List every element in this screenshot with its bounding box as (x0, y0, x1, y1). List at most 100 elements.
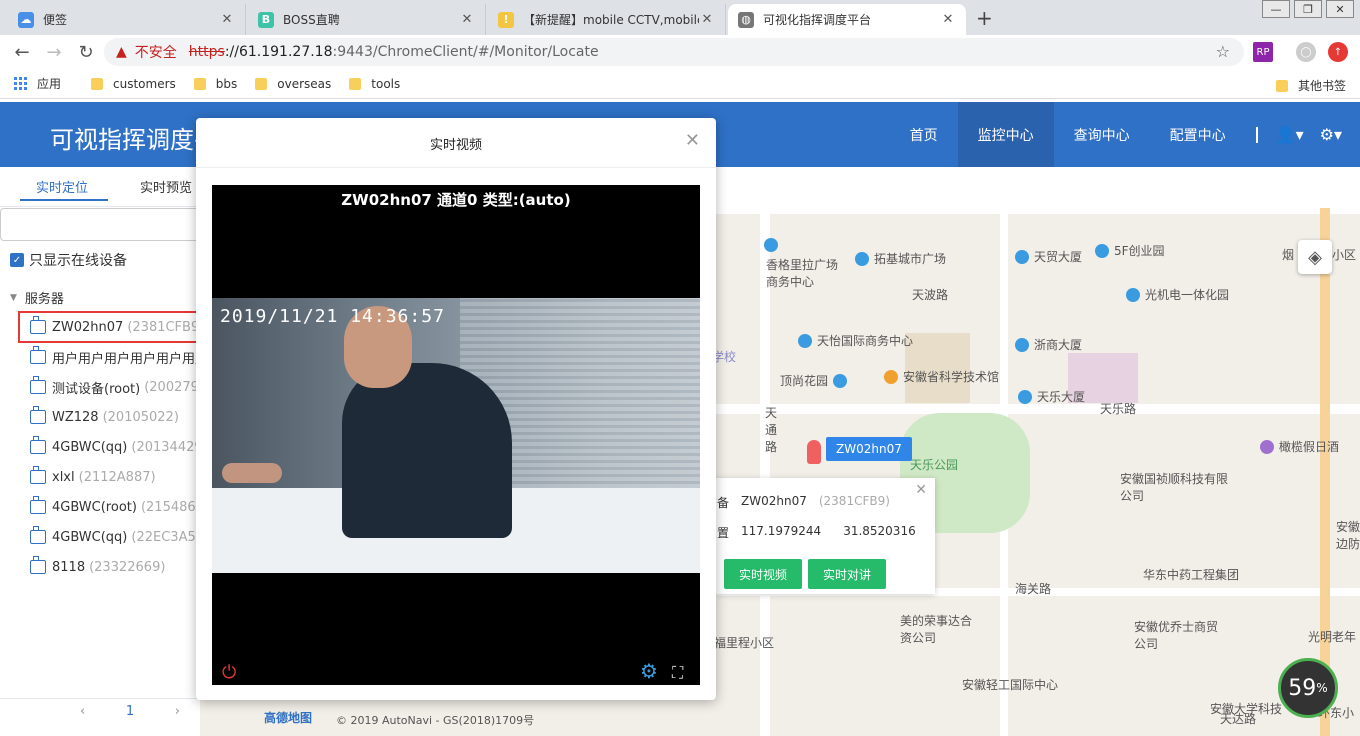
nav-query[interactable]: 查询中心 (1054, 102, 1150, 167)
tab-close-icon[interactable]: ✕ (940, 12, 956, 27)
device-id: (20105022) (102, 409, 179, 425)
bookmark-tools[interactable]: tools (349, 77, 400, 91)
device-item[interactable]: 测试设备(root)(20027988) (30, 376, 200, 398)
address-bar[interactable]: ▲ 不安全 https://61.191.27.18:9443/ChromeCl… (104, 38, 1244, 66)
device-item[interactable]: 4GBWC(qq) (22EC3A5) (30, 526, 200, 548)
map-poi[interactable]: 5F创业园 (1095, 242, 1165, 259)
tab-realtime-preview[interactable]: 实时预览 (140, 177, 192, 196)
profile-avatar-icon[interactable]: ◯ (1296, 42, 1316, 62)
realtime-intercom-button[interactable]: 实时对讲 (808, 559, 887, 589)
tab-close-icon[interactable]: ✕ (699, 12, 715, 27)
bookmark-bbs[interactable]: bbs (193, 76, 238, 91)
map-poi[interactable]: 顶尚花园 (780, 372, 852, 389)
nav-config[interactable]: 配置中心 (1150, 102, 1246, 167)
tree-server-node[interactable]: ▼ 服务器 (10, 288, 64, 307)
device-item[interactable]: 4GBWC(root)(21548633) (30, 496, 200, 518)
close-icon[interactable]: ✕ (915, 482, 927, 498)
bookmark-label: bbs (215, 76, 238, 91)
map-poi: 安徽优乔士商贸公司 (1134, 620, 1219, 651)
video-channel-title: ZW02hn07 通道0 类型:(auto) (341, 191, 571, 209)
tab-close-icon[interactable]: ✕ (219, 12, 235, 27)
map-poi[interactable]: 光机电一体化园 (1126, 286, 1229, 303)
rp-extension-icon[interactable]: RP (1253, 42, 1273, 62)
device-search-input[interactable] (0, 208, 200, 241)
map-poi: 光明老年 (1308, 630, 1357, 644)
bookmark-other[interactable]: 其他书签 (1275, 77, 1346, 94)
back-icon[interactable]: ← (6, 42, 38, 63)
map-poi[interactable]: 拓基城市广场 (855, 250, 946, 267)
map-poi[interactable]: 浙商大厦 (1015, 336, 1082, 353)
bookmark-apps[interactable]: 应用 (14, 75, 61, 92)
realtime-video-button[interactable]: 实时视频 (724, 559, 803, 589)
device-id: (2112A887) (78, 469, 156, 485)
browser-tab-boss[interactable]: B BOSS直聘 ✕ (248, 4, 486, 35)
device-marker-icon[interactable] (807, 440, 821, 464)
tab-label: 便签 (43, 13, 68, 27)
poi-label: 安徽省科学技术馆 (903, 370, 1000, 384)
caret-down-icon: ▼ (10, 292, 17, 303)
left-divider (0, 698, 200, 699)
maximize-button[interactable]: ❐ (1294, 0, 1322, 18)
user-icon[interactable]: 👤▾ (1268, 125, 1312, 144)
map-poi[interactable] (764, 238, 783, 252)
close-window-button[interactable]: ✕ (1326, 0, 1354, 18)
tab-close-icon[interactable]: ✕ (459, 12, 475, 27)
fullscreen-icon[interactable]: ⛶ (672, 663, 683, 683)
speed-value: 59 (1288, 675, 1317, 701)
nav-home[interactable]: 首页 (890, 102, 958, 167)
video-player[interactable]: ZW02hn07 通道0 类型:(auto) 2019/11/21 14:36:… (212, 185, 700, 685)
info-label: 备 (717, 496, 730, 510)
map-poi: 安徽轻工国际中心 (962, 678, 1059, 692)
map-poi[interactable]: 天怡国际商务中心 (798, 332, 913, 349)
device-item[interactable]: xlxl (2112A887) (30, 466, 200, 488)
forward-icon[interactable]: → (38, 42, 70, 63)
tab-realtime-location[interactable]: 实时定位 (36, 177, 88, 196)
device-item[interactable]: 用户用户用户用户用户用户 (30, 346, 200, 368)
map-poi[interactable]: 天贸大厦 (1015, 248, 1082, 265)
device-icon (30, 436, 46, 454)
bookmark-customers[interactable]: customers (91, 77, 176, 91)
reload-icon[interactable]: ↻ (70, 42, 102, 63)
minimize-button[interactable]: — (1262, 0, 1290, 18)
nav-monitor[interactable]: 监控中心 (957, 102, 1054, 167)
device-name: WZ128 (52, 409, 99, 425)
map-poi: 烟 (1282, 248, 1295, 262)
map-poi: 华东中药工程集团 (1143, 568, 1240, 582)
device-item[interactable]: 4GBWC(qq)(20134429) (30, 436, 200, 458)
power-icon[interactable]: ⏻ (222, 662, 236, 683)
new-tab-button[interactable]: + (976, 6, 993, 30)
device-map-label[interactable]: ZW02hn07 (826, 437, 912, 461)
folder-icon (255, 77, 268, 90)
browser-tab-notes[interactable]: ☁ 便签 ✕ (8, 4, 246, 35)
video-timestamp: 2019/11/21 14:36:57 (220, 306, 445, 327)
tab-label: 可视化指挥调度平台 (763, 13, 872, 27)
browser-tab-platform[interactable]: ◍ 可视化指挥调度平台 ✕ (728, 4, 966, 35)
only-online-checkbox[interactable]: ✓ 只显示在线设备 (10, 250, 127, 270)
bookmark-star-icon[interactable]: ☆ (1216, 42, 1230, 61)
info-longitude: 117.1979244 (741, 524, 822, 538)
update-icon[interactable]: ↑ (1328, 42, 1348, 62)
device-item[interactable]: WZ128 (20105022) (30, 406, 200, 428)
video-settings-icon[interactable]: ⚙ (640, 659, 658, 683)
poi-label: 天乐大厦 (1037, 390, 1086, 404)
device-item[interactable]: 8118 (23322669) (30, 556, 200, 578)
map-layers-icon[interactable]: ◈ (1298, 240, 1332, 274)
url-scheme: https (188, 44, 225, 60)
map-road-label: 天波路 (912, 288, 949, 302)
device-icon (30, 376, 46, 394)
map-poi: 天乐公园 (910, 458, 959, 472)
prev-page-button[interactable]: ‹ (80, 704, 85, 719)
map-poi[interactable]: 安徽省科学技术馆 (884, 368, 999, 385)
settings-gear-icon[interactable]: ⚙▾ (1312, 125, 1350, 144)
poi-pin-icon (764, 238, 778, 252)
browser-tab-reminder[interactable]: ! 【新提醒】mobile CCTV,mobile ✕ (488, 4, 726, 35)
map-poi[interactable]: 天乐大厦 (1018, 388, 1085, 405)
close-icon[interactable]: ✕ (685, 130, 700, 151)
url-host: ://61.191.27.18 (224, 44, 333, 60)
device-icon (30, 346, 46, 364)
device-id: (21548633) (140, 499, 200, 515)
bookmark-overseas[interactable]: overseas (255, 77, 331, 91)
current-page[interactable]: 1 (126, 704, 134, 719)
map-poi[interactable]: 橄榄假日酒 (1260, 438, 1339, 455)
next-page-button[interactable]: › (175, 704, 180, 719)
